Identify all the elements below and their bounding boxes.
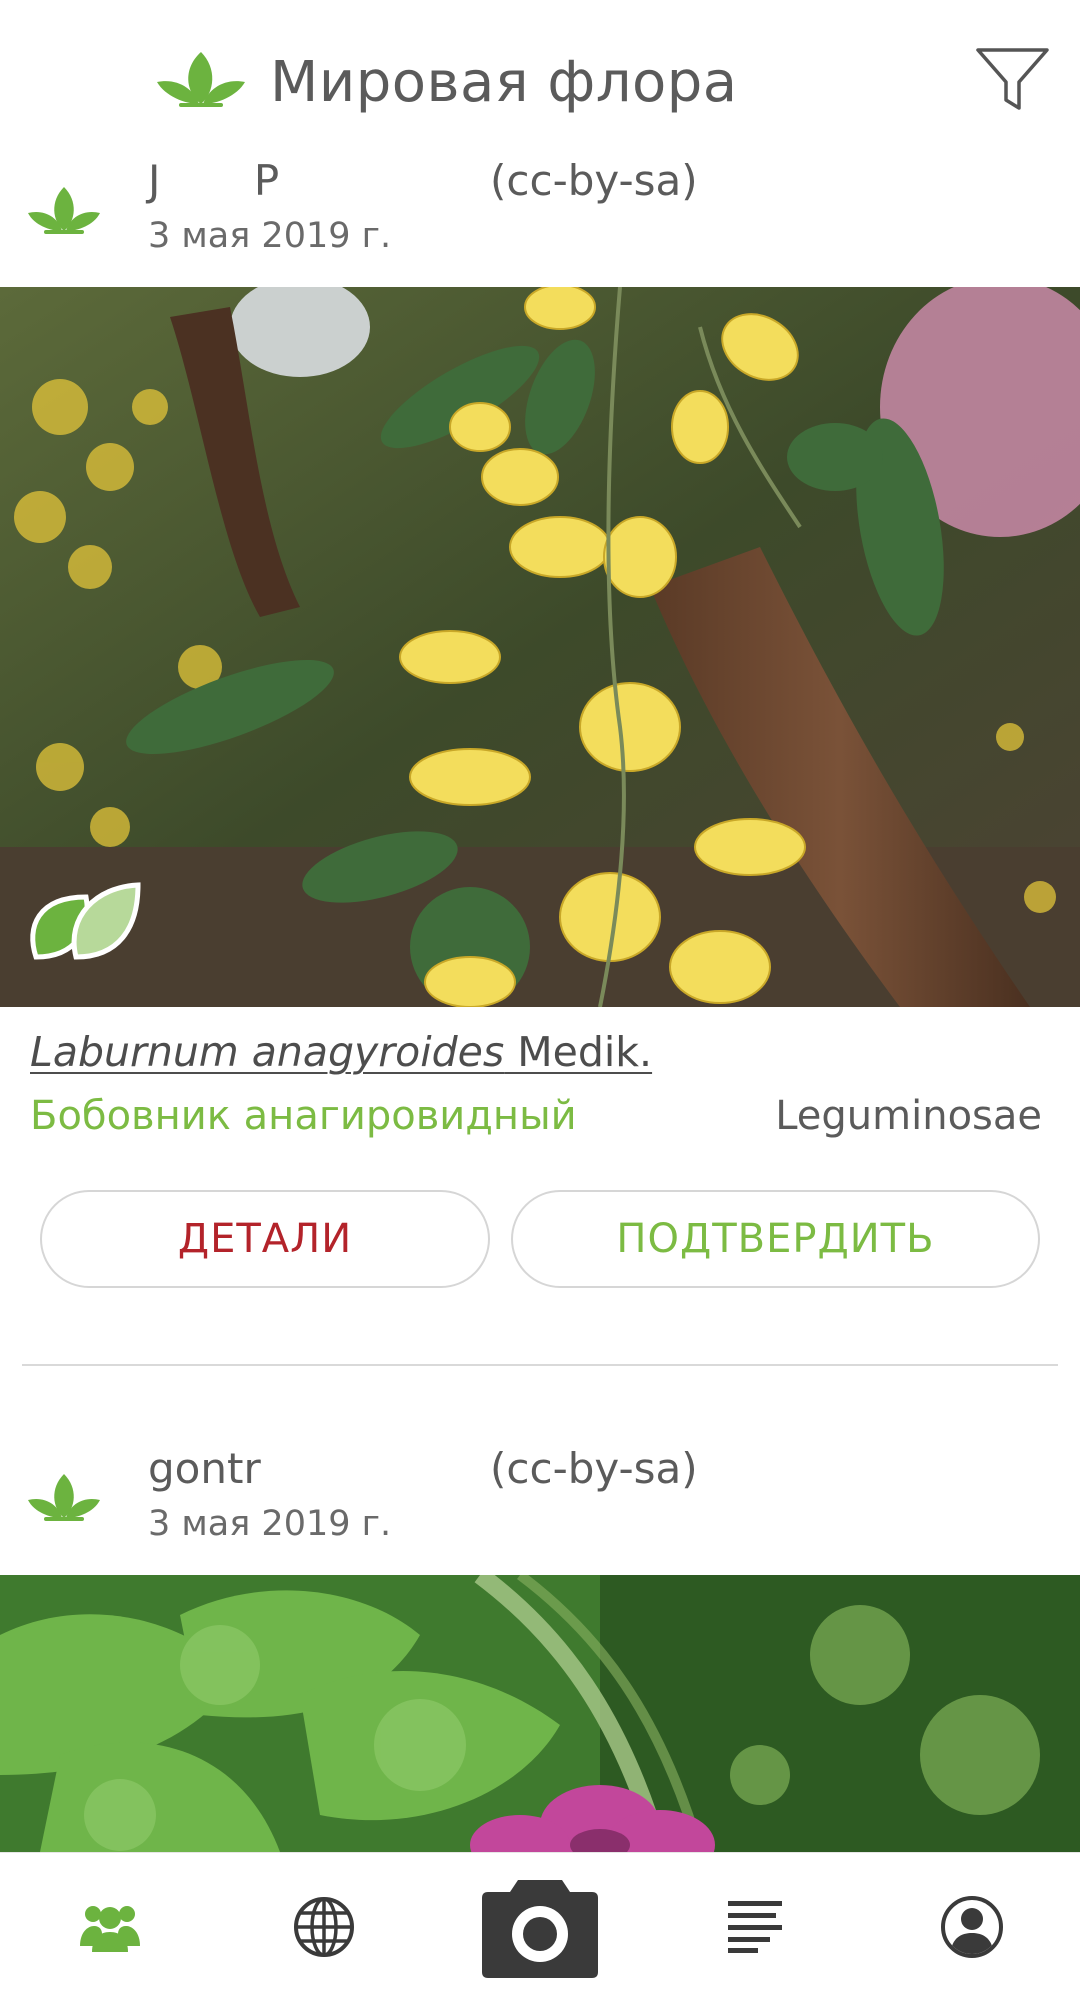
leaves-badge-icon [30,882,141,960]
species-latin-name: Laburnum anagyroides [30,1028,505,1076]
tab-camera[interactable] [480,1853,600,2001]
camera-icon [482,1880,598,1978]
post-header[interactable]: gontr (cc-by-sa) 3 мая 2019 г. [0,1440,1080,1570]
license-label: (cc-by-sa) [490,156,698,205]
bottom-tab-bar [0,1852,1080,2001]
leaves-icon [28,187,100,234]
family-name: Leguminosae [775,1093,1042,1139]
app-header: Мировая флора [0,0,1080,150]
author-name[interactable]: J P [148,156,279,205]
tab-community[interactable] [60,1853,160,2001]
profile-icon [941,1896,1003,1958]
post-divider [22,1364,1058,1366]
post-date: 3 мая 2019 г. [148,216,392,256]
species-author: Medik. [504,1028,653,1076]
details-button[interactable]: ДЕТАЛИ [40,1190,490,1288]
list-icon [728,1901,782,1953]
globe-icon [294,1897,354,1957]
post-photo[interactable] [0,1575,1080,1852]
common-name: Бобовник анагировидный [30,1093,577,1139]
leaves-logo-icon [157,52,245,107]
species-name-link[interactable]: Laburnum anagyroides Medik. [30,1028,652,1076]
tab-world[interactable] [274,1853,374,2001]
post-date: 3 мая 2019 г. [148,1504,392,1544]
leaves-icon [28,1474,100,1521]
filter-icon[interactable] [975,46,1050,114]
author-name[interactable]: gontr [148,1444,261,1493]
tab-profile[interactable] [922,1853,1022,2001]
confirm-button[interactable]: ПОДТВЕРДИТЬ [511,1190,1040,1288]
post-header[interactable]: J P (cc-by-sa) 3 мая 2019 г. [0,150,1080,280]
license-label: (cc-by-sa) [490,1444,698,1493]
tab-list[interactable] [706,1853,806,2001]
group-icon [80,1906,140,1952]
app-title: Мировая флора [270,50,738,115]
post-photo[interactable] [0,287,1080,1007]
